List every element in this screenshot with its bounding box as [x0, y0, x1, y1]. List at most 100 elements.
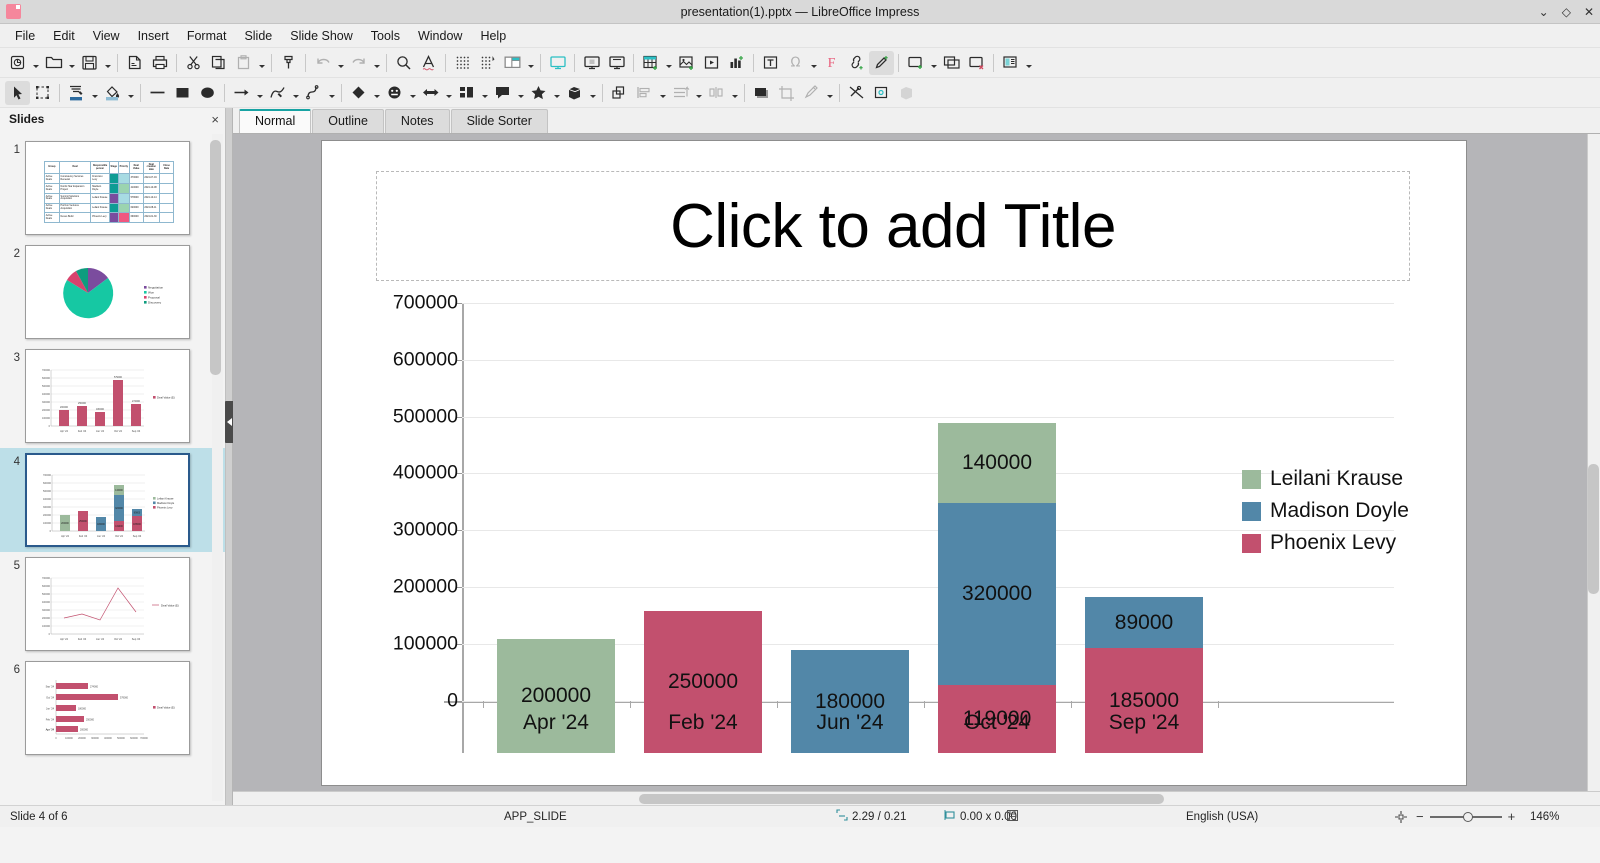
legend-entry-madison-doyle[interactable]: Madison Doyle	[1242, 499, 1409, 523]
stacked-bar-chart[interactable]: 0 100000 200000 300000 400000 500000 600…	[382, 303, 1402, 753]
zoom-in-button[interactable]: +	[1508, 809, 1516, 824]
insert-hyperlink-icon[interactable]	[844, 51, 869, 75]
horizontal-scrollbar[interactable]	[233, 791, 1600, 805]
tab-notes[interactable]: Notes	[385, 109, 450, 133]
slides-panel-scroll-thumb[interactable]	[210, 140, 221, 375]
new-slide-dropdown-icon[interactable]	[928, 51, 939, 75]
distribute-icon[interactable]	[704, 81, 729, 105]
slide-thumbnail-item[interactable]: 2 Negotiation Won	[0, 240, 225, 344]
paste-icon[interactable]	[231, 51, 256, 75]
slide-canvas[interactable]: Click to add Title	[321, 140, 1467, 786]
new-presentation-icon[interactable]	[5, 51, 30, 75]
select-tool-icon[interactable]	[5, 81, 30, 105]
delete-slide-icon[interactable]	[964, 51, 989, 75]
status-language[interactable]: English (USA)	[1186, 811, 1258, 823]
bar-segment-madison[interactable]: 180000	[791, 650, 909, 753]
horizontal-scroll-thumb[interactable]	[639, 794, 1164, 804]
find-replace-icon[interactable]	[391, 51, 416, 75]
insert-image-icon[interactable]	[674, 51, 699, 75]
bar-group-apr24[interactable]: 200000	[497, 355, 615, 753]
curves-dropdown-icon[interactable]	[290, 81, 301, 105]
edit-points-icon[interactable]	[30, 81, 55, 105]
display-grid-icon[interactable]	[450, 51, 475, 75]
slide-thumbnail-item[interactable]: 6 274000579000180000	[0, 656, 225, 760]
bar-segment-phoenix[interactable]: 185000	[1085, 648, 1203, 753]
rectangle-icon[interactable]	[170, 81, 195, 105]
menu-file[interactable]: File	[6, 26, 44, 46]
undo-dropdown-icon[interactable]	[335, 51, 346, 75]
align-dropdown-icon[interactable]	[657, 81, 668, 105]
insert-media-icon[interactable]	[699, 51, 724, 75]
master-slide-dropdown-icon[interactable]	[525, 51, 536, 75]
insert-fontwork-icon[interactable]: F	[819, 51, 844, 75]
slide-layout-icon[interactable]	[998, 51, 1023, 75]
menu-help[interactable]: Help	[471, 26, 515, 46]
symbol-shapes-dropdown-icon[interactable]	[407, 81, 418, 105]
slide-thumbnail-item[interactable]: 5	[0, 552, 225, 656]
zoom-out-button[interactable]: −	[1416, 809, 1424, 824]
basic-shapes-icon[interactable]	[346, 81, 371, 105]
shadow-icon[interactable]	[749, 81, 774, 105]
open-dropdown-icon[interactable]	[66, 51, 77, 75]
save-icon[interactable]	[77, 51, 102, 75]
title-placeholder[interactable]: Click to add Title	[376, 171, 1410, 281]
rotate-icon[interactable]	[607, 81, 632, 105]
fill-color-dropdown-icon[interactable]	[125, 81, 136, 105]
insert-table-dropdown-icon[interactable]	[663, 51, 674, 75]
curves-and-polygons-icon[interactable]	[265, 81, 290, 105]
fit-slide-to-window-icon[interactable]	[1394, 810, 1408, 824]
slide-thumbnail[interactable]: 700000600000500000 400000300000200000 10…	[25, 557, 190, 651]
special-character-dropdown-icon[interactable]	[808, 51, 819, 75]
slide-thumbnail[interactable]: Negotiation Won Proposal Discovery	[25, 245, 190, 339]
flowchart-dropdown-icon[interactable]	[479, 81, 490, 105]
slide-thumbnail-item-selected[interactable]: 4	[0, 448, 225, 552]
legend-entry-phoenix-levy[interactable]: Phoenix Levy	[1242, 531, 1409, 555]
bar-group-oct24[interactable]: 119000 320000 140000	[938, 355, 1056, 753]
menu-format[interactable]: Format	[178, 26, 236, 46]
menu-window[interactable]: Window	[409, 26, 471, 46]
cut-icon[interactable]	[181, 51, 206, 75]
connectors-dropdown-icon[interactable]	[326, 81, 337, 105]
glue-points-icon[interactable]	[869, 81, 894, 105]
new-dropdown-icon[interactable]	[30, 51, 41, 75]
save-dropdown-icon[interactable]	[102, 51, 113, 75]
panel-splitter[interactable]	[226, 108, 233, 805]
3d-objects-dropdown-icon[interactable]	[587, 81, 598, 105]
arrange-icon[interactable]	[668, 81, 693, 105]
filter-icon[interactable]	[799, 81, 824, 105]
vertical-scrollbar[interactable]	[1587, 134, 1600, 791]
legend-entry-leilani-krause[interactable]: Leilani Krause	[1242, 467, 1409, 491]
block-arrows-dropdown-icon[interactable]	[443, 81, 454, 105]
vertical-scroll-thumb[interactable]	[1588, 464, 1599, 594]
slide-thumbnail[interactable]: GroupDealResponsiblepersonStagePriorityD…	[25, 141, 190, 235]
line-color-icon[interactable]	[64, 81, 89, 105]
menu-tools[interactable]: Tools	[362, 26, 409, 46]
zoom-slider[interactable]	[1430, 811, 1502, 823]
chart-legend[interactable]: Leilani Krause Madison Doyle Phoenix Lev…	[1242, 467, 1409, 555]
toggle-extrusion-icon[interactable]	[894, 81, 919, 105]
minimize-button[interactable]: ⌄	[1539, 6, 1549, 18]
master-slide-icon[interactable]	[500, 51, 525, 75]
copy-icon[interactable]	[206, 51, 231, 75]
slide-thumbnail[interactable]: 200000250000 180000579000 274000 7000006…	[25, 349, 190, 443]
insert-line-icon[interactable]	[145, 81, 170, 105]
bar-group-feb24[interactable]: 250000	[644, 355, 762, 753]
fill-color-icon[interactable]	[100, 81, 125, 105]
paste-dropdown-icon[interactable]	[256, 51, 267, 75]
show-draw-functions-icon[interactable]	[869, 51, 894, 75]
slide-editing-area[interactable]: Click to add Title	[233, 134, 1600, 791]
duplicate-slide-icon[interactable]	[939, 51, 964, 75]
bar-group-jun24[interactable]: 180000	[791, 355, 909, 753]
new-slide-icon[interactable]	[903, 51, 928, 75]
bar-group-sep24[interactable]: 185000 89000	[1085, 355, 1203, 753]
zoom-control[interactable]: − +	[1416, 809, 1515, 824]
export-pdf-icon[interactable]	[122, 51, 147, 75]
redo-dropdown-icon[interactable]	[371, 51, 382, 75]
undo-icon[interactable]	[310, 51, 335, 75]
slide-thumbnail-item[interactable]: 3	[0, 344, 225, 448]
connectors-icon[interactable]	[301, 81, 326, 105]
callout-shapes-icon[interactable]	[490, 81, 515, 105]
clone-formatting-icon[interactable]	[276, 51, 301, 75]
lines-and-arrows-icon[interactable]	[229, 81, 254, 105]
bar-segment-madison[interactable]: 89000	[1085, 597, 1203, 648]
